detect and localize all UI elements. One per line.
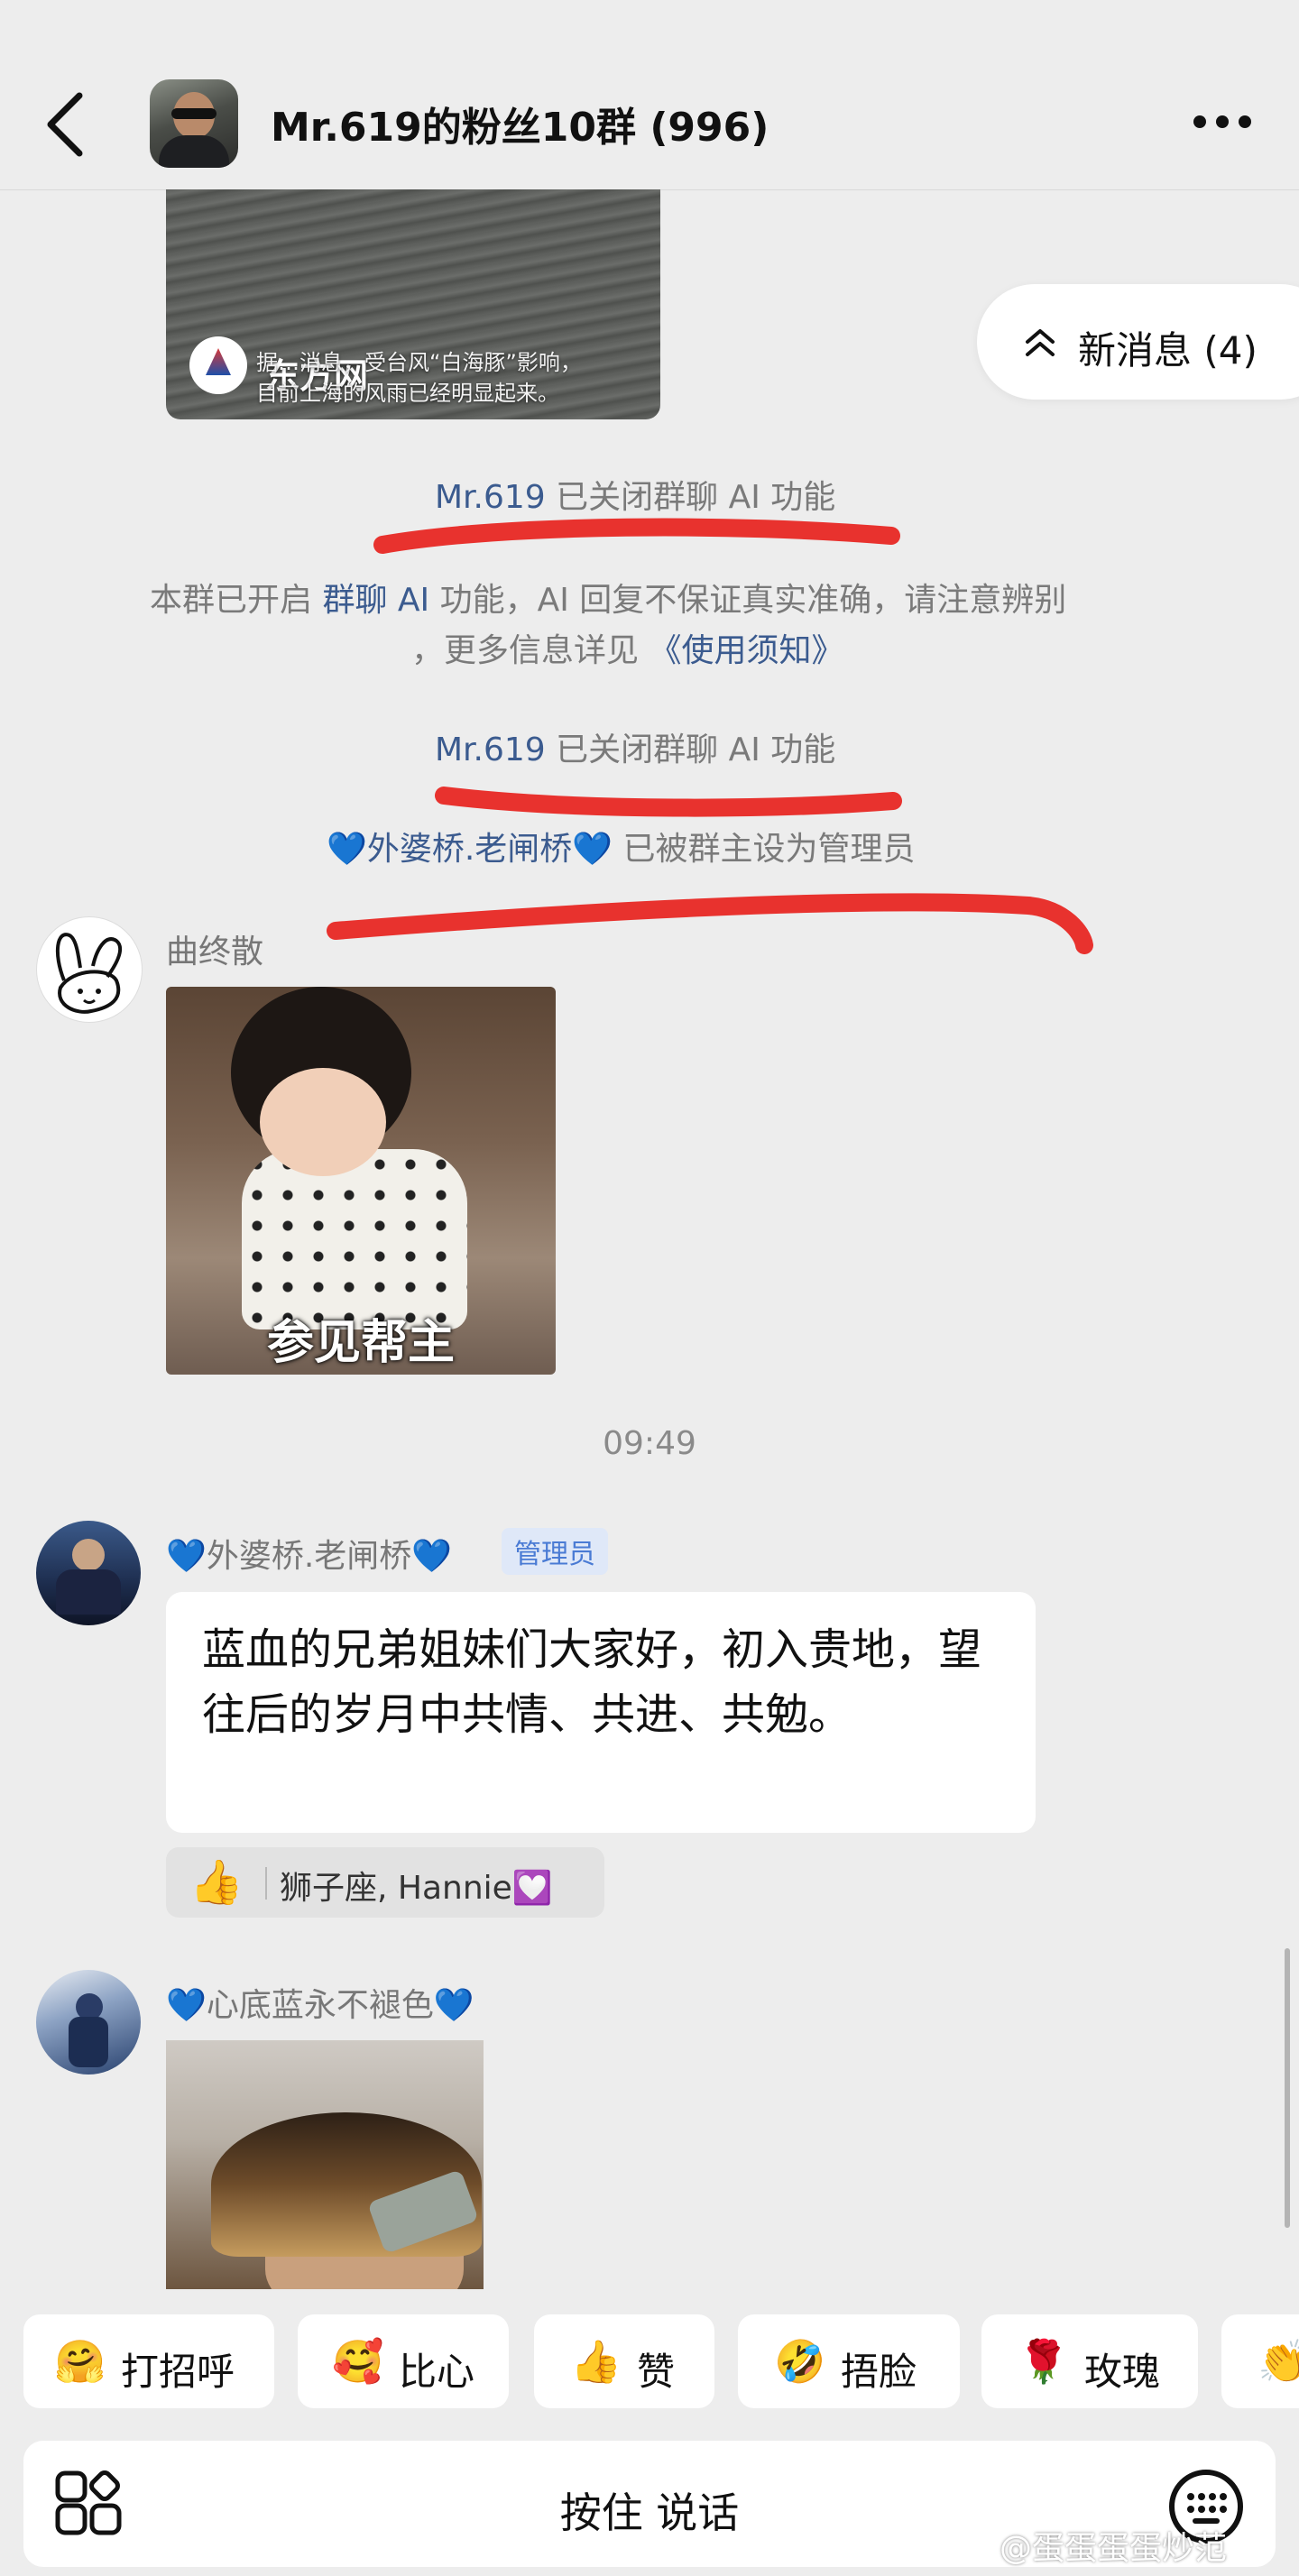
system-notice-ai-enabled-line2: ，更多信息详见 《使用须知》 [411, 632, 844, 669]
message-bubble[interactable]: 蓝血的兄弟姐妹们大家好，初入贵地，望往后的岁月中共情、共进、共勉。 [166, 1592, 1036, 1833]
meme-image[interactable]: 参见帮主 [166, 987, 556, 1375]
chat-title: Mr.619的粉丝10群 (996) [271, 105, 769, 151]
avatar[interactable] [36, 1970, 141, 2075]
avatar[interactable] [36, 1521, 141, 1625]
quick-reply-label: 赞 [637, 2350, 676, 2394]
system-notice-admin-set: 💙外婆桥.老闸桥💙 已被群主设为管理员 [327, 831, 916, 868]
system-notice-ai-closed: Mr.619 已关闭群聊 AI 功能 [435, 479, 836, 516]
clapping-emoji-icon: 👏 [1258, 2337, 1299, 2386]
wave-hug-emoji-icon: 🤗 [54, 2337, 106, 2386]
quick-reply-heart[interactable]: 🥰 比心 [298, 2314, 509, 2408]
usage-notice-link[interactable]: 《使用须知》 [649, 632, 843, 669]
more-options-icon[interactable] [1191, 108, 1254, 135]
ai-feature-link[interactable]: 群聊 AI [322, 582, 429, 619]
reaction-users: 狮子座, Hannie💟 [280, 1870, 553, 1907]
back-arrow-icon[interactable] [40, 88, 94, 161]
quick-reply-greet[interactable]: 🤗 打招呼 [23, 2314, 274, 2408]
quick-reply-label: 玫瑰 [1084, 2350, 1161, 2394]
quick-reply-facepalm[interactable]: 🤣 捂脸 [738, 2314, 960, 2408]
message-timestamp: 09:49 [603, 1425, 696, 1462]
sender-name: 💙心底蓝永不褪色💙 [166, 1987, 474, 2024]
system-notice-ai-closed-2: Mr.619 已关闭群聊 AI 功能 [435, 731, 836, 768]
quick-reply-clap[interactable]: 👏 [1221, 2314, 1299, 2408]
group-avatar[interactable] [150, 79, 238, 168]
message-text: 蓝血的兄弟姐妹们大家好，初入贵地，望往后的岁月中共情、共进、共勉。 [202, 1624, 982, 1740]
sender-name: 💙外婆桥.老闸桥💙 [166, 1538, 453, 1575]
notice-user-link[interactable]: Mr.619 [435, 479, 546, 516]
image-caption-line2: 目前上海的风雨已经明显起来。 [256, 381, 559, 406]
quick-reply-label: 比心 [399, 2350, 475, 2394]
bunny-doodle-icon [55, 933, 123, 1014]
admin-badge: 管理员 [502, 1528, 608, 1575]
meme-caption: 参见帮主 [266, 1316, 455, 1370]
rose-emoji-icon: 🌹 [1018, 2337, 1070, 2386]
new-messages-label: 新消息 (4) [1078, 328, 1258, 373]
image-caption-line1: 据…消息，受台风“白海豚”影响， [256, 350, 582, 375]
laughing-emoji-icon: 🤣 [774, 2337, 826, 2386]
quick-reply-rose[interactable]: 🌹 玫瑰 [981, 2314, 1198, 2408]
scrollbar[interactable] [1285, 1948, 1290, 2228]
quick-reply-label: 捂脸 [841, 2350, 917, 2394]
new-messages-button[interactable]: 新消息 (4) [977, 284, 1299, 400]
shared-image-message[interactable]: 东方网 据…消息，受台风“白海豚”影响， 目前上海的风雨已经明显起来。 [166, 189, 660, 419]
system-notice-ai-enabled: 本群已开启 群聊 AI 功能，AI 回复不保证真实准确，请注意辨别 [150, 582, 1067, 619]
thumbs-up-icon: 👍 [189, 1857, 244, 1908]
photo-message[interactable] [166, 2040, 484, 2289]
quick-reply-label: 打招呼 [121, 2350, 235, 2394]
weibo-watermark: @蛋蛋蛋蛋炒范 [1000, 2530, 1228, 2567]
sender-name: 曲终散 [166, 934, 264, 971]
heart-hands-emoji-icon: 🥰 [332, 2337, 384, 2386]
double-chevron-up-icon [1026, 329, 1055, 356]
avatar[interactable] [36, 916, 143, 1023]
notice-user-link[interactable]: Mr.619 [435, 731, 546, 768]
notice-user-link[interactable]: 💙外婆桥.老闸桥💙 [327, 831, 613, 868]
quick-reply-like[interactable]: 👍 赞 [534, 2314, 714, 2408]
reaction-bar[interactable]: 👍 狮子座, Hannie💟 [166, 1847, 604, 1918]
thumbs-up-emoji-icon: 👍 [570, 2337, 622, 2386]
